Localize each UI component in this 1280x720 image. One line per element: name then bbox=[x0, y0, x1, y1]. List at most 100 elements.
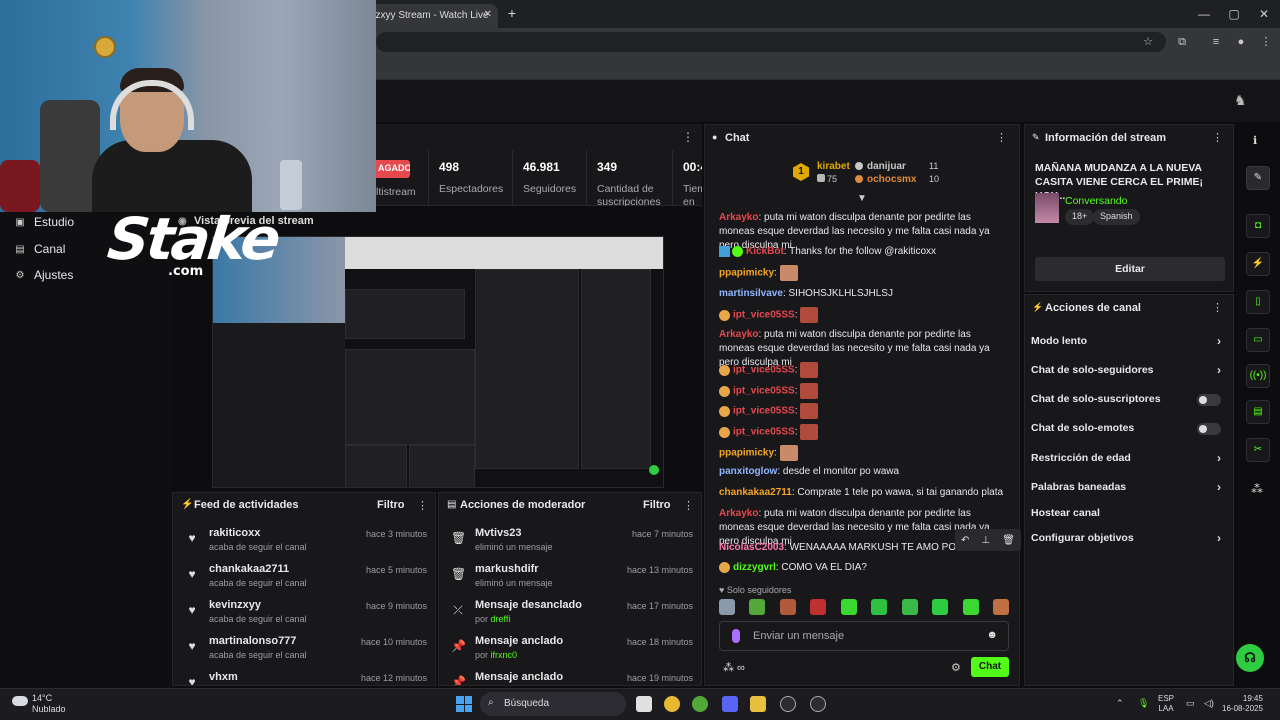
stats-menu-icon[interactable]: ⋮ bbox=[682, 130, 694, 144]
chat-user[interactable]: ipt_vice05SS bbox=[733, 386, 795, 397]
mic-tray-icon[interactable]: 🎙 bbox=[1138, 698, 1149, 709]
list-item[interactable]: ♥ chankakaa2711 acaba de seguir el canal … bbox=[173, 563, 437, 599]
tag-badge[interactable]: 18+ bbox=[1065, 209, 1095, 225]
kick-logo-icon[interactable]: ♞ bbox=[1234, 92, 1247, 109]
chrome-icon[interactable] bbox=[664, 696, 680, 712]
chat-icon[interactable]: ▭ bbox=[1246, 328, 1270, 352]
chat-message[interactable]: NicolasC2003: WENAAAAA MARKUSH TE AMO PO… bbox=[719, 541, 959, 555]
action-subscribers-only[interactable]: Chat de solo-suscriptores bbox=[1031, 393, 1227, 411]
chat-message[interactable]: ipt_vice05SS: bbox=[719, 362, 1009, 378]
action-configure-goals[interactable]: Configurar objetivos › bbox=[1031, 531, 1227, 550]
leaderboard-user[interactable]: danijuar bbox=[867, 161, 906, 172]
activity-filter-button[interactable]: Filtro bbox=[377, 499, 405, 511]
chat-user[interactable]: chankakaa2711 bbox=[719, 487, 792, 498]
url-field[interactable] bbox=[376, 32, 1166, 52]
media-icon[interactable]: ≡ bbox=[1209, 35, 1223, 49]
windows-start-icon[interactable] bbox=[456, 696, 472, 712]
chat-user[interactable]: panxitoglow bbox=[719, 466, 777, 477]
action-age-restriction[interactable]: Restricción de edad › bbox=[1031, 451, 1227, 470]
minimize-button[interactable]: — bbox=[1197, 7, 1211, 21]
chat-settings-icon[interactable]: ⚙ bbox=[951, 661, 961, 674]
delete-icon[interactable]: 🗑 bbox=[1002, 535, 1015, 546]
maximize-button[interactable]: ▢ bbox=[1227, 7, 1241, 21]
chat-user[interactable]: ipt_vice05SS bbox=[733, 427, 795, 438]
emote-icon[interactable] bbox=[932, 599, 949, 615]
chat-message[interactable]: ipt_vice05SS: bbox=[719, 403, 1009, 419]
extensions-icon[interactable]: ⧉ bbox=[1175, 35, 1189, 49]
emoji-icon[interactable]: ☻ bbox=[986, 629, 998, 641]
list-item[interactable]: 🗑 markushdifr eliminó un mensaje hace 13 … bbox=[439, 563, 703, 599]
leaderboard-user[interactable]: kirabet bbox=[817, 161, 850, 172]
bookmark-star-icon[interactable]: ☆ bbox=[1141, 35, 1155, 49]
list-item[interactable]: ♥ martinalonso777 acaba de seguir el cana… bbox=[173, 635, 437, 671]
taskview-icon[interactable] bbox=[636, 696, 652, 712]
list-item[interactable]: ♥ rakiticoxx acaba de seguir el canal hac… bbox=[173, 527, 437, 563]
mic-icon[interactable] bbox=[732, 629, 740, 643]
points-icon[interactable]: ⁂ ∞ bbox=[723, 661, 745, 674]
emote-icon[interactable] bbox=[840, 599, 857, 615]
chat-user[interactable]: Arkayko bbox=[719, 508, 758, 519]
list-item[interactable]: ⤫ Mensaje desanclado por dreffi hace 17 m… bbox=[439, 599, 703, 635]
file-explorer-icon[interactable] bbox=[750, 696, 766, 712]
chat-user[interactable]: ppapimicky bbox=[719, 268, 774, 279]
volume-icon[interactable]: ◁) bbox=[1204, 698, 1214, 709]
browser-menu-icon[interactable]: ⋮ bbox=[1259, 35, 1273, 49]
tab-close-icon[interactable]: ✕ bbox=[484, 9, 492, 20]
tools-icon[interactable]: ✂ bbox=[1246, 438, 1270, 462]
emote-icon[interactable] bbox=[749, 599, 766, 615]
broadcast-icon[interactable]: ((•)) bbox=[1246, 364, 1270, 388]
chat-message[interactable]: martinsilvave: SIHOHSJKLHLSJHLSJ bbox=[719, 287, 1009, 301]
chrome-profile-icon[interactable] bbox=[692, 696, 708, 712]
profile-avatar-icon[interactable]: ● bbox=[1234, 35, 1248, 49]
emote-icon[interactable] bbox=[810, 599, 827, 615]
lightning-icon[interactable]: ⚡ bbox=[1246, 252, 1270, 276]
taskbar-search[interactable]: ⌕ Búsqueda bbox=[480, 692, 626, 716]
mod-actor[interactable]: dreffi bbox=[491, 614, 511, 624]
language-indicator[interactable]: ESP LAA bbox=[1158, 694, 1174, 714]
chat-user[interactable]: martinsilvave bbox=[719, 288, 783, 299]
chat-user[interactable]: Arkayko bbox=[719, 212, 758, 223]
list-item[interactable]: ♥ vhxm hace 12 minutos bbox=[173, 671, 437, 685]
leaderboard-user[interactable]: ochocsmx bbox=[867, 174, 916, 185]
chat-message[interactable]: chankakaa2711: Comprate 1 tele po wawa, … bbox=[719, 486, 1009, 500]
stream-preview[interactable] bbox=[212, 236, 664, 488]
list-item[interactable]: 📌 Mensaje anclado hace 19 minutos bbox=[439, 671, 703, 685]
chat-message[interactable]: KickBot: Thanks for the follow @rakitico… bbox=[719, 245, 1009, 259]
tag-badge[interactable]: Spanish bbox=[1093, 209, 1140, 225]
tray-chevron-icon[interactable]: ⌃ bbox=[1116, 698, 1124, 709]
edit-button[interactable]: Editar bbox=[1035, 257, 1225, 281]
emote-icon[interactable] bbox=[871, 599, 888, 615]
new-tab-button[interactable]: + bbox=[504, 6, 520, 22]
chat-user[interactable]: ppapimicky bbox=[719, 448, 774, 459]
list-item[interactable]: 📌 Mensaje anclado por ifrxnc0 hace 18 min… bbox=[439, 635, 703, 671]
mod-filter-button[interactable]: Filtro bbox=[643, 499, 671, 511]
chat-message[interactable]: ipt_vice05SS: bbox=[719, 307, 1009, 323]
chat-user[interactable]: ipt_vice05SS bbox=[733, 310, 795, 321]
category-thumbnail[interactable] bbox=[1035, 193, 1059, 223]
discord-icon[interactable] bbox=[722, 696, 738, 712]
action-followers-only[interactable]: Chat de solo-seguidores › bbox=[1031, 363, 1227, 382]
chat-message[interactable]: ppapimicky: bbox=[719, 445, 1009, 461]
reply-icon[interactable]: ↶ bbox=[961, 535, 969, 546]
chat-menu-icon[interactable]: ⋮ bbox=[996, 131, 1007, 144]
chat-user[interactable]: dizzygvrl bbox=[733, 562, 776, 573]
emote-icon[interactable] bbox=[779, 599, 796, 615]
close-window-button[interactable]: ✕ bbox=[1257, 7, 1271, 21]
emotes-only-toggle[interactable] bbox=[1197, 423, 1221, 435]
chat-user[interactable]: NicolasC2003 bbox=[719, 542, 784, 553]
obs-icon[interactable] bbox=[810, 696, 826, 712]
chat-message[interactable]: panxitoglow: desde el monitor po wawa bbox=[719, 465, 1009, 479]
actions-menu-icon[interactable]: ⋮ bbox=[1212, 301, 1223, 314]
chat-message[interactable]: dizzygvrl: COMO VA EL DIA? bbox=[719, 561, 1009, 575]
mod-actor[interactable]: ifrxnc0 bbox=[491, 650, 518, 660]
chat-message[interactable]: ppapimicky: bbox=[719, 265, 1009, 281]
weather-widget[interactable]: 14°C Nublado bbox=[12, 693, 66, 715]
media-player-icon[interactable] bbox=[780, 696, 796, 712]
action-emotes-only[interactable]: Chat de solo-emotes bbox=[1031, 422, 1227, 440]
chat-send-button[interactable]: Chat bbox=[971, 657, 1009, 677]
action-slow-mode[interactable]: Modo lento › bbox=[1031, 334, 1227, 353]
chat-user[interactable]: ipt_vice05SS bbox=[733, 365, 795, 376]
list-item[interactable]: 🗑 Mvtivs23 eliminó un mensaje hace 7 minu… bbox=[439, 527, 703, 563]
chat-message[interactable]: ipt_vice05SS: bbox=[719, 383, 1009, 399]
pin-icon[interactable]: ⊥ bbox=[981, 535, 990, 546]
